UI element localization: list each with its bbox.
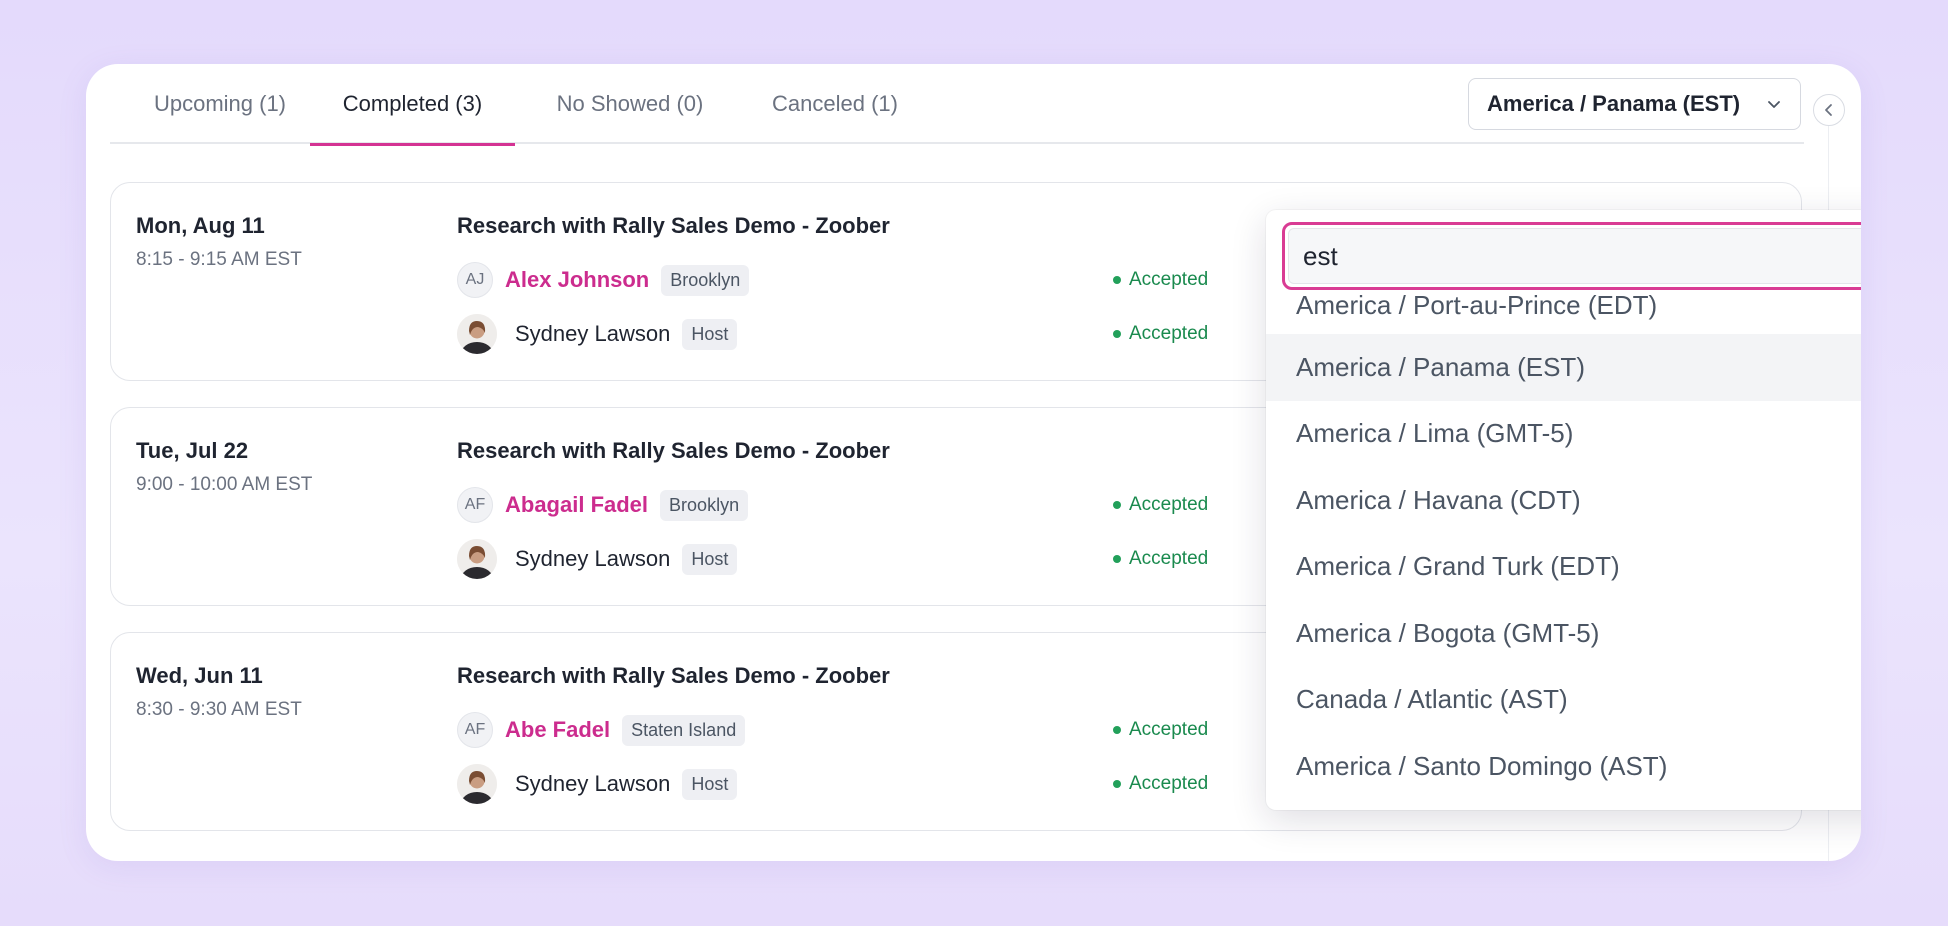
timezone-dropdown: America / Port-au-Prince (EDT) America /… bbox=[1266, 210, 1861, 810]
sessions-card: Upcoming (1) Completed (3) No Showed (0)… bbox=[86, 64, 1861, 861]
timezone-option[interactable]: Canada / Atlantic (AST) bbox=[1266, 667, 1861, 734]
host-name: Sydney Lawson bbox=[515, 546, 671, 571]
participant-status: Accepted bbox=[1113, 710, 1208, 750]
location-tag: Brooklyn bbox=[660, 489, 749, 521]
location-tag: Brooklyn bbox=[661, 264, 750, 296]
host-tag: Host bbox=[682, 318, 738, 350]
timezone-option-list: America / Port-au-Prince (EDT) America /… bbox=[1266, 290, 1861, 800]
timezone-select[interactable]: America / Panama (EST) bbox=[1468, 78, 1801, 130]
timezone-select-value: America / Panama (EST) bbox=[1487, 91, 1741, 116]
timezone-search-input[interactable] bbox=[1288, 228, 1861, 284]
session-title: Research with Rally Sales Demo - Zoober bbox=[457, 213, 890, 238]
chevron-down-icon bbox=[1768, 101, 1780, 108]
session-date: Tue, Jul 22 bbox=[136, 438, 249, 463]
session-title: Research with Rally Sales Demo - Zoober bbox=[457, 438, 890, 463]
host-name: Sydney Lawson bbox=[515, 771, 671, 796]
host-avatar bbox=[457, 764, 497, 804]
participant-name-link[interactable]: Abagail Fadel bbox=[505, 492, 648, 518]
tab-canceled[interactable]: Canceled (1) bbox=[740, 64, 930, 144]
timezone-option[interactable]: America / Grand Turk (EDT) bbox=[1266, 534, 1861, 601]
avatar: AJ bbox=[457, 262, 493, 298]
status-dot-icon bbox=[1113, 501, 1121, 509]
chevron-left-icon bbox=[1825, 104, 1832, 116]
session-date: Mon, Aug 11 bbox=[136, 213, 265, 238]
host-row: Sydney Lawson Host bbox=[457, 539, 738, 579]
participant-name-link[interactable]: Abe Fadel bbox=[505, 717, 610, 743]
collapse-panel-button[interactable] bbox=[1813, 94, 1845, 126]
session-time: 9:00 - 10:00 AM EST bbox=[136, 474, 313, 495]
host-status: Accepted bbox=[1113, 539, 1208, 579]
host-tag: Host bbox=[682, 543, 738, 575]
status-text: Accepted bbox=[1129, 548, 1209, 569]
timezone-option[interactable]: America / Port-au-Prince (EDT) bbox=[1266, 290, 1861, 334]
timezone-search-wrapper bbox=[1282, 222, 1861, 290]
status-text: Accepted bbox=[1129, 269, 1209, 290]
participant-status: Accepted bbox=[1113, 485, 1208, 525]
status-dot-icon bbox=[1113, 555, 1121, 563]
session-time: 8:30 - 9:30 AM EST bbox=[136, 699, 302, 720]
host-row: Sydney Lawson Host bbox=[457, 314, 738, 354]
status-text: Accepted bbox=[1129, 719, 1209, 740]
timezone-option[interactable]: America / Lima (GMT-5) bbox=[1266, 401, 1861, 468]
timezone-option[interactable]: America / Havana (CDT) bbox=[1266, 467, 1861, 534]
status-dot-icon bbox=[1113, 780, 1121, 788]
avatar: AF bbox=[457, 712, 493, 748]
timezone-option[interactable]: America / Bogota (GMT-5) bbox=[1266, 600, 1861, 667]
tab-completed[interactable]: Completed (3) bbox=[310, 64, 515, 146]
participant-row: AJ Alex Johnson Brooklyn bbox=[457, 260, 750, 300]
host-status: Accepted bbox=[1113, 764, 1208, 804]
participant-row: AF Abagail Fadel Brooklyn bbox=[457, 485, 749, 525]
status-dot-icon bbox=[1113, 276, 1121, 284]
host-name: Sydney Lawson bbox=[515, 321, 671, 346]
session-time: 8:15 - 9:15 AM EST bbox=[136, 249, 302, 270]
session-date: Wed, Jun 11 bbox=[136, 663, 263, 688]
host-tag: Host bbox=[682, 768, 738, 800]
tab-no-showed[interactable]: No Showed (0) bbox=[530, 64, 730, 144]
avatar: AF bbox=[457, 487, 493, 523]
status-dot-icon bbox=[1113, 330, 1121, 338]
timezone-option[interactable]: America / Santo Domingo (AST) bbox=[1266, 733, 1861, 800]
location-tag: Staten Island bbox=[622, 714, 746, 746]
host-status: Accepted bbox=[1113, 314, 1208, 354]
status-text: Accepted bbox=[1129, 494, 1209, 515]
status-text: Accepted bbox=[1129, 323, 1209, 344]
host-row: Sydney Lawson Host bbox=[457, 764, 738, 804]
host-avatar bbox=[457, 539, 497, 579]
status-dot-icon bbox=[1113, 726, 1121, 734]
host-avatar bbox=[457, 314, 497, 354]
session-title: Research with Rally Sales Demo - Zoober bbox=[457, 663, 890, 688]
participant-status: Accepted bbox=[1113, 260, 1208, 300]
participant-row: AF Abe Fadel Staten Island bbox=[457, 710, 746, 750]
participant-name-link[interactable]: Alex Johnson bbox=[505, 267, 649, 293]
status-text: Accepted bbox=[1129, 773, 1209, 794]
tab-upcoming[interactable]: Upcoming (1) bbox=[135, 64, 305, 144]
timezone-option-highlighted[interactable]: America / Panama (EST) bbox=[1266, 334, 1861, 401]
